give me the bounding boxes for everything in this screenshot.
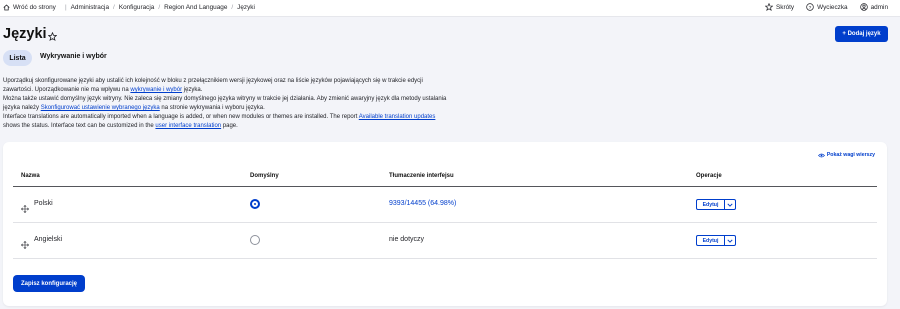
- breadcrumb-separator: /: [158, 4, 161, 11]
- column-header-default: Domyślny: [250, 173, 279, 179]
- breadcrumb-separator: /: [231, 4, 234, 11]
- description-text: shows the status. Interface text can be …: [3, 123, 156, 129]
- tour-label: Wycieczka: [817, 3, 848, 11]
- shortcuts-button[interactable]: Skróty: [764, 3, 795, 11]
- breadcrumb-item-region[interactable]: Region And Language: [164, 4, 227, 11]
- breadcrumb: | Administracja / Konfiguracja / Region …: [61, 4, 255, 11]
- save-configuration-button[interactable]: Zapisz konfigurację: [13, 275, 85, 292]
- translation-status: nie dotyczy: [389, 236, 425, 243]
- operations-dropbutton: Edytuj: [696, 235, 736, 246]
- edit-button[interactable]: Edytuj: [697, 200, 725, 209]
- language-name: Polski: [34, 200, 53, 207]
- user-menu-button[interactable]: admin: [859, 3, 888, 11]
- translation-status-link[interactable]: 9393/14455 (64.98%): [389, 200, 456, 207]
- column-header-operations: Operacje: [696, 173, 722, 179]
- breadcrumb-separator: |: [65, 4, 67, 11]
- row-divider: [13, 222, 877, 223]
- row-divider: [13, 258, 877, 259]
- description-text: języka.: [182, 87, 203, 93]
- column-header-name: Nazwa: [21, 173, 40, 179]
- breadcrumb-separator: /: [113, 4, 115, 11]
- svg-text:?: ?: [809, 5, 812, 11]
- operations-dropbutton: Edytuj: [696, 199, 736, 210]
- tab-wykrywanie-i-wybor[interactable]: Wykrywanie i wybór: [40, 53, 107, 60]
- show-row-weights-label: Pokaż wagi wierszy: [826, 152, 875, 158]
- shortcuts-label: Skróty: [775, 3, 795, 11]
- configure-selected-language-link[interactable]: Skonfigurować ustawienie wybranego język…: [41, 105, 160, 111]
- page-description: Uporządkuj skonfigurowane języki aby ust…: [3, 77, 448, 131]
- breadcrumb-item-administracja[interactable]: Administracja: [71, 4, 109, 11]
- default-radio-angielski[interactable]: [250, 235, 260, 245]
- show-row-weights-button[interactable]: Pokaż wagi wierszy: [817, 152, 875, 158]
- back-to-site-label: Wróć do strony: [13, 4, 56, 11]
- description-text: Uporządkuj skonfigurowane języki aby ust…: [3, 78, 423, 93]
- translation-updates-link[interactable]: Available translation updates: [359, 114, 436, 120]
- column-header-translation: Tłumaczenie interfejsu: [389, 173, 454, 179]
- page-title: Języki: [3, 26, 47, 42]
- detection-link[interactable]: wykrywanie i wybór: [130, 87, 182, 93]
- description-text: page.: [221, 123, 238, 129]
- eye-icon: [817, 153, 825, 158]
- description-text: na stronie wykrywania i wyboru języka.: [159, 105, 265, 111]
- breadcrumb-item-konfiguracja[interactable]: Konfiguracja: [119, 4, 155, 11]
- user-icon: [859, 3, 868, 11]
- ui-translation-link[interactable]: user interface translation: [155, 123, 221, 129]
- favorite-star-icon[interactable]: [47, 28, 58, 46]
- chevron-down-icon: [727, 239, 733, 243]
- user-label: admin: [870, 3, 888, 11]
- description-text: Interface translations are automatically…: [3, 114, 359, 120]
- tour-button[interactable]: ? Wycieczka: [806, 3, 848, 11]
- back-to-site-link[interactable]: Wróć do strony: [3, 4, 56, 11]
- admin-toolbar: Wróć do strony | Administracja / Konfigu…: [0, 0, 900, 17]
- drag-handle-icon[interactable]: [20, 200, 30, 218]
- operations-toggle[interactable]: [725, 200, 735, 209]
- drag-handle-icon[interactable]: [20, 236, 30, 254]
- language-name: Angielski: [34, 236, 63, 243]
- tab-lista[interactable]: Lista: [3, 50, 32, 66]
- help-icon: ?: [806, 3, 814, 11]
- star-icon: [764, 3, 773, 11]
- home-icon: [3, 4, 10, 11]
- table-header-divider: [13, 186, 877, 187]
- add-language-button[interactable]: + Dodaj język: [835, 26, 888, 42]
- languages-card: Pokaż wagi wierszy Nazwa Domyślny Tłumac…: [3, 142, 887, 306]
- edit-button[interactable]: Edytuj: [697, 236, 725, 245]
- operations-toggle[interactable]: [725, 236, 735, 245]
- chevron-down-icon: [727, 203, 733, 207]
- default-radio-polski[interactable]: [250, 199, 260, 209]
- breadcrumb-item-jezyki: Języki: [237, 4, 255, 11]
- toolbar-right: Skróty ? Wycieczka admin: [764, 3, 888, 11]
